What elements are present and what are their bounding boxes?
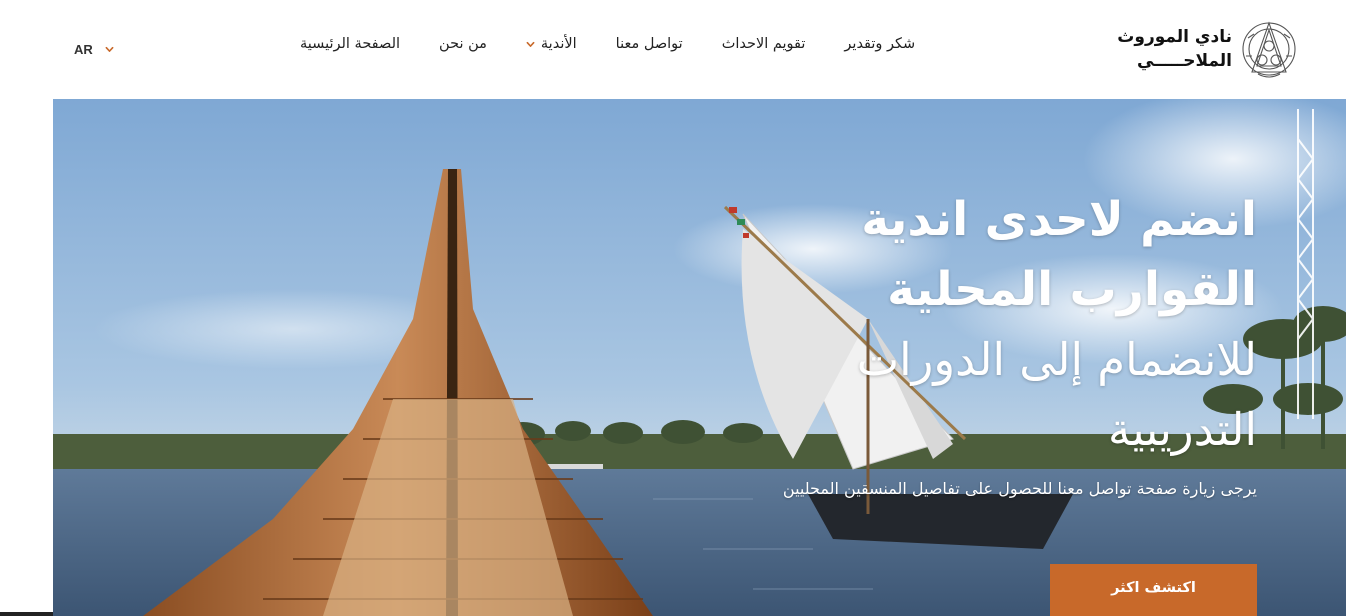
nav-label-events-calendar: تقويم الاحداث [721, 36, 806, 52]
site-header: AR الصفحة الرئيسية من نحن الأندية تواصل … [0, 0, 1346, 99]
nav-item-events-calendar[interactable]: تقويم الاحداث [722, 36, 806, 52]
nav-label-home: الصفحة الرئيسية [300, 36, 401, 52]
language-label: AR [74, 42, 93, 57]
nav-label-contact: تواصل معنا [615, 36, 683, 52]
hero-subtitle: يرجى زيارة صفحة تواصل معنا للحصول على تف… [782, 479, 1257, 498]
logo-text: نادي الموروث الملاحـــــي [1117, 27, 1232, 71]
chevron-down-icon [105, 46, 114, 52]
page-edge-strip [0, 612, 53, 616]
nav-item-acknowledgements[interactable]: شكر وتقدير [844, 36, 915, 52]
nav-item-contact[interactable]: تواصل معنا [616, 36, 683, 52]
nav-label-clubs: الأندية [540, 36, 577, 52]
main-nav: الصفحة الرئيسية من نحن الأندية تواصل معن… [300, 36, 915, 52]
nav-label-about: من نحن [439, 36, 487, 52]
hero-text-block: انضم لاحدى اندية القوارب المحلية للانضما… [777, 185, 1257, 503]
nav-item-home[interactable]: الصفحة الرئيسية [300, 36, 400, 52]
language-switcher[interactable]: AR [74, 42, 114, 57]
nav-item-about[interactable]: من نحن [439, 36, 487, 52]
logo-line-2: الملاحـــــي [1136, 51, 1232, 71]
hero-title-light: للانضمام إلى الدورات التدريبية [856, 333, 1257, 456]
logo-line-1: نادي الموروث [1117, 27, 1232, 47]
hero-banner: انضم لاحدى اندية القوارب المحلية للانضما… [53, 99, 1346, 616]
chevron-down-icon [526, 41, 535, 47]
hero-title: انضم لاحدى اندية القوارب المحلية [861, 192, 1257, 317]
nav-label-acknowledgements: شكر وتقدير [844, 36, 916, 52]
nav-item-clubs[interactable]: الأندية [526, 36, 577, 52]
discover-more-button[interactable]: اكتشف اكثر [1050, 564, 1257, 616]
logo-emblem-icon [1242, 21, 1296, 78]
site-logo[interactable]: نادي الموروث الملاحـــــي [1117, 16, 1298, 82]
